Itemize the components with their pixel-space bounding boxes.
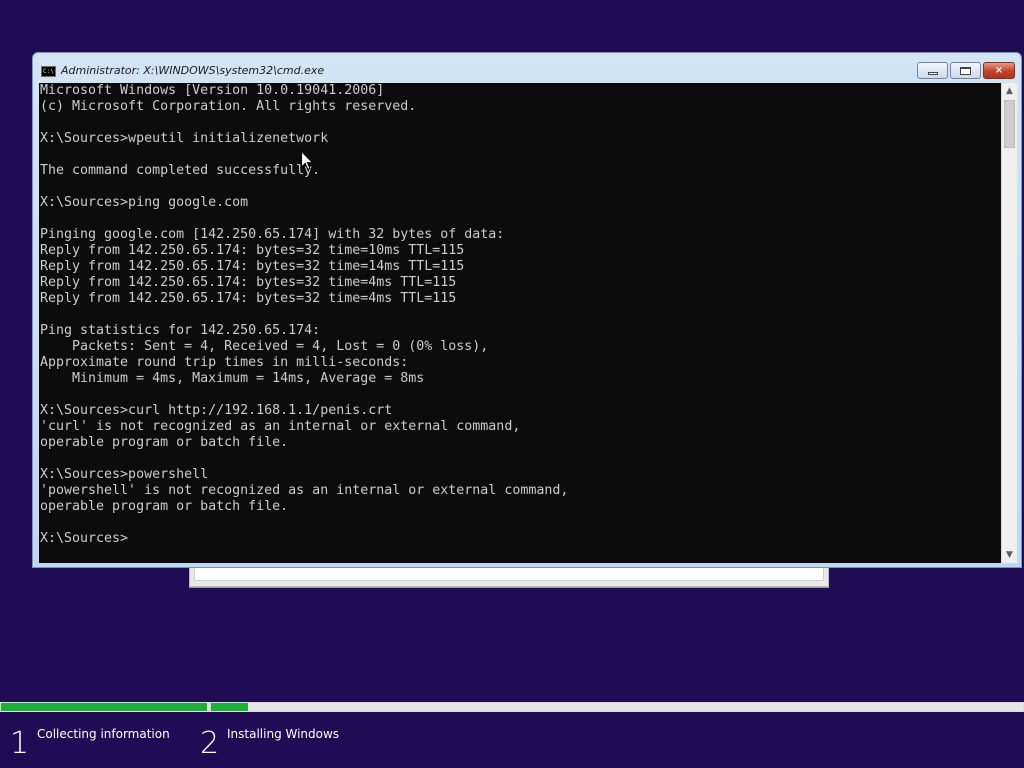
close-button[interactable]: × [983,62,1015,79]
setup-progress-bar [0,702,1024,712]
window-title: Administrator: X:\WINDOWS\system32\cmd.e… [61,64,325,77]
mouse-pointer-icon [301,151,313,171]
progress-fill-collecting [1,703,207,711]
step-label: Installing Windows [227,727,340,741]
console-output[interactable]: Microsoft Windows [Version 10.0.19041.20… [39,83,1001,563]
step-label: Collecting information [37,727,170,741]
progress-fill-installing [211,703,249,711]
minimize-icon [927,72,938,75]
progress-segment-installing [211,703,1023,711]
cmd-app-icon[interactable]: C:\ [41,66,56,77]
scroll-down-arrow-icon[interactable]: ▼ [1002,547,1017,563]
desktop-background: C:\ Administrator: X:\WINDOWS\system32\c… [0,0,1024,768]
scroll-up-arrow-icon[interactable]: ▲ [1002,83,1017,99]
cmd-window[interactable]: C:\ Administrator: X:\WINDOWS\system32\c… [32,52,1022,568]
close-icon: × [994,64,1004,76]
scrollbar-thumb[interactable] [1004,100,1015,148]
vertical-scrollbar[interactable]: ▲ ▼ [1001,83,1017,563]
caption-buttons: × [917,62,1015,79]
progress-segment-collecting [1,703,207,711]
console-text[interactable]: Microsoft Windows [Version 10.0.19041.20… [39,83,1001,547]
step-number: 1 [10,726,30,761]
step-number: 2 [200,726,220,761]
title-bar[interactable]: C:\ Administrator: X:\WINDOWS\system32\c… [33,53,1021,83]
minimize-button[interactable] [917,62,948,79]
maximize-button[interactable] [950,62,981,79]
maximize-icon [960,66,971,75]
